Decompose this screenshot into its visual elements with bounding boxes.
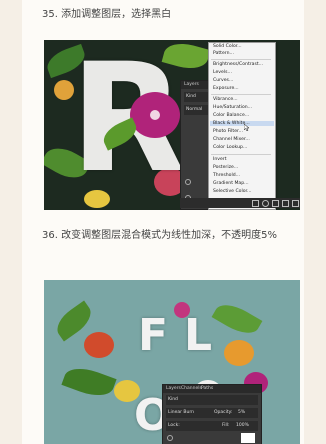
- opacity-label: Opacity:: [214, 410, 233, 415]
- adjustment-layer-menu: Solid Color... Pattern... Brightness/Con…: [208, 42, 276, 210]
- panel-bottom-toolbar: [180, 198, 300, 208]
- menu-item-black-white[interactable]: Black & White...: [210, 121, 274, 126]
- menu-item-threshold[interactable]: Threshold...: [213, 173, 240, 178]
- fill-label: Fill:: [222, 423, 230, 428]
- menu-item-brightness-contrast[interactable]: Brightness/Contrast...: [213, 62, 263, 67]
- menu-item-hue-saturation[interactable]: Hue/Saturation...: [213, 105, 252, 110]
- menu-item-selective-color[interactable]: Selective Color...: [213, 189, 251, 194]
- letter-l: L: [184, 310, 213, 361]
- menu-item-channel-mixer[interactable]: Channel Mixer...: [213, 137, 250, 142]
- trash-icon[interactable]: [292, 200, 299, 207]
- tab-paths[interactable]: Paths: [201, 386, 213, 391]
- menu-item-invert[interactable]: Invert: [213, 157, 227, 162]
- blend-mode-select[interactable]: Linear Burn: [168, 410, 194, 415]
- menu-item-pattern[interactable]: Pattern...: [213, 51, 234, 56]
- menu-item-solid-color[interactable]: Solid Color...: [213, 44, 242, 49]
- visibility-eye-icon[interactable]: [167, 435, 173, 441]
- fill-value[interactable]: 100%: [236, 423, 249, 428]
- screenshot-step-35: R Layers Kind Normal Solid Color... Patt…: [44, 40, 300, 210]
- leaf-shape: [61, 362, 117, 402]
- tab-channels[interactable]: Channels: [181, 386, 202, 391]
- step-35-caption: 35. 添加调整图层，选择黑白: [42, 9, 172, 20]
- layers-panel: Layers Channels Paths Kind Linear Burn O…: [162, 384, 262, 444]
- opacity-value[interactable]: 5%: [238, 410, 245, 415]
- blend-opacity-row: Linear Burn Opacity: 5%: [166, 408, 258, 418]
- menu-item-gradient-map[interactable]: Gradient Map...: [213, 181, 249, 186]
- letter-f: F: [138, 310, 169, 361]
- kind-filter-row[interactable]: Kind: [166, 395, 258, 405]
- menu-separator: [211, 94, 271, 95]
- menu-item-posterize[interactable]: Posterize...: [213, 165, 238, 170]
- mouse-cursor-icon: [244, 124, 249, 131]
- adjustment-layer-icon[interactable]: [262, 200, 269, 207]
- blend-label: Normal: [186, 107, 203, 112]
- flower-shape: [224, 340, 254, 366]
- folder-icon[interactable]: [272, 200, 279, 207]
- step-36-caption: 36. 改变调整图层混合模式为线性加深，不透明度5%: [42, 230, 277, 241]
- article-page: 35. 添加调整图层，选择黑白 R Layers Kind Normal Sol…: [22, 0, 304, 444]
- flower-center: [150, 110, 160, 120]
- link-icon[interactable]: [252, 200, 259, 207]
- menu-item-vibrance[interactable]: Vibrance...: [213, 97, 238, 102]
- new-layer-icon[interactable]: [282, 200, 289, 207]
- menu-item-photo-filter[interactable]: Photo Filter...: [213, 129, 243, 134]
- menu-item-color-balance[interactable]: Color Balance...: [213, 113, 249, 118]
- kind-label: Kind: [168, 397, 178, 402]
- menu-item-levels[interactable]: Levels...: [213, 70, 232, 75]
- lock-fill-row: Lock: Fill: 100%: [166, 421, 258, 431]
- menu-item-curves[interactable]: Curves...: [213, 78, 233, 83]
- tab-layers[interactable]: Layers: [166, 386, 181, 391]
- panel-tabs: Layers Channels Paths: [163, 385, 261, 393]
- tab-layers[interactable]: Layers: [184, 82, 199, 87]
- screenshot-step-36: F L O R Layers Channels Paths Kind Linea…: [44, 280, 300, 444]
- kind-label: Kind: [186, 94, 196, 99]
- layer-mask-thumbnail[interactable]: [241, 433, 255, 443]
- menu-item-color-lookup[interactable]: Color Lookup...: [213, 145, 247, 150]
- menu-separator: [211, 59, 271, 60]
- flower-shape: [84, 332, 114, 358]
- leaf-shape: [211, 297, 263, 341]
- lock-label: Lock:: [168, 423, 180, 428]
- visibility-eye-icon[interactable]: [185, 179, 191, 185]
- menu-item-exposure[interactable]: Exposure...: [213, 86, 239, 91]
- menu-separator: [211, 154, 271, 155]
